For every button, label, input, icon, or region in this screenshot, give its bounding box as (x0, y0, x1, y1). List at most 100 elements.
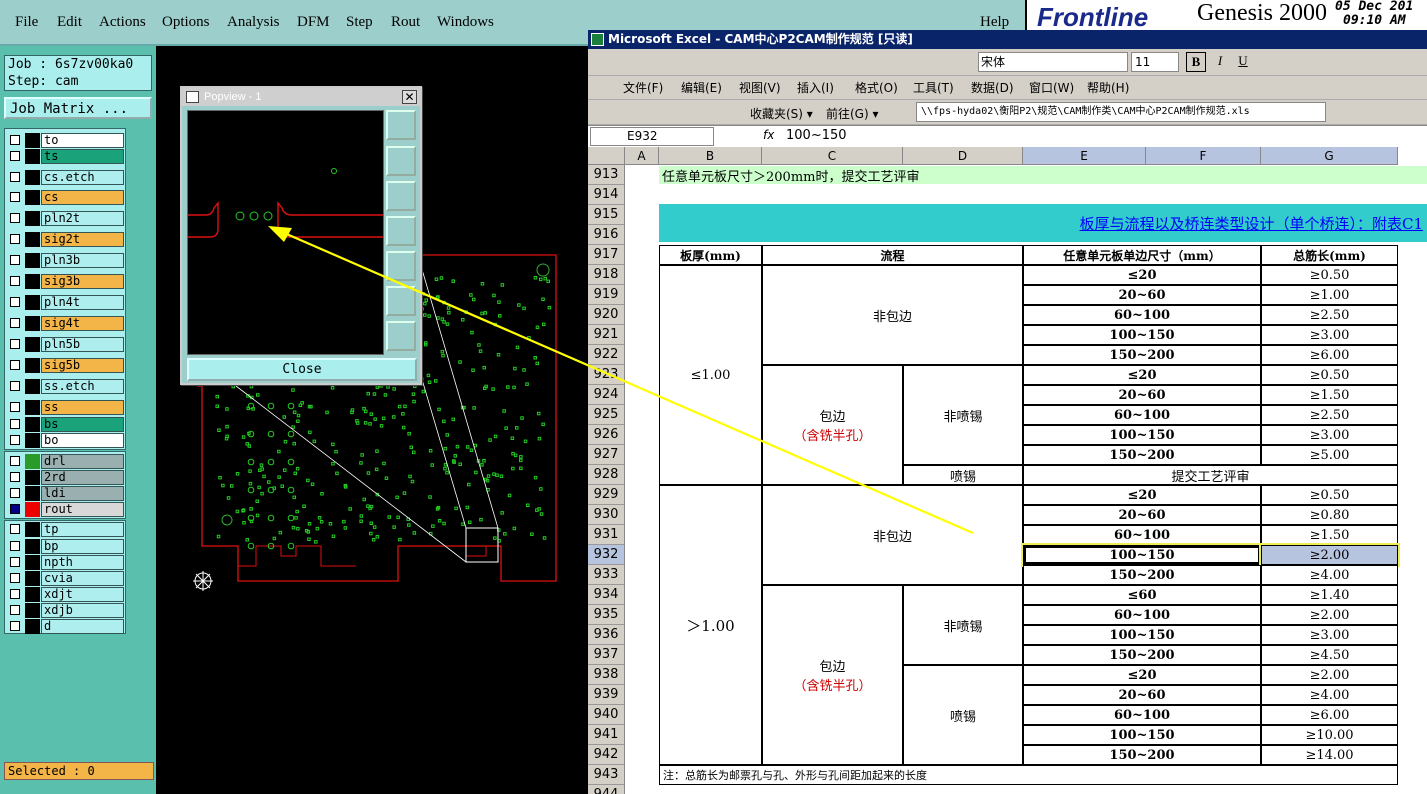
layer-name[interactable]: rout (41, 502, 124, 517)
size-cell[interactable]: 20~60 (1023, 285, 1261, 305)
layer-checkbox[interactable] (10, 419, 20, 429)
zoom-out-button[interactable] (386, 321, 416, 351)
italic-button[interactable]: I (1210, 52, 1230, 72)
length-cell[interactable]: ≥10.00 (1261, 725, 1398, 745)
layer-checkbox[interactable] (10, 297, 20, 307)
table-header[interactable]: 板厚(mm) (659, 245, 762, 265)
popview-canvas[interactable] (187, 110, 384, 355)
zoom-in-button[interactable] (386, 286, 416, 316)
length-cell[interactable]: ≥1.50 (1261, 525, 1398, 545)
name-box[interactable]: E932 (590, 127, 714, 146)
layer-row-xdjt[interactable]: xdjt (5, 587, 124, 602)
length-cell[interactable]: ≥2.00 (1259, 543, 1400, 567)
pan-up-button[interactable] (386, 146, 416, 176)
menu-file[interactable]: File (15, 14, 38, 31)
excel-menu-item[interactable]: 编辑(E) (681, 79, 722, 96)
layer-checkbox[interactable] (10, 504, 20, 514)
process-cell[interactable]: 非包边 (762, 485, 1023, 585)
size-cell[interactable]: 100~150 (1023, 625, 1261, 645)
layer-checkbox[interactable] (10, 255, 20, 265)
table-header[interactable]: 总筋长(mm) (1261, 245, 1398, 265)
layer-name[interactable]: pln2t (41, 211, 124, 226)
size-cell[interactable]: 150~200 (1023, 745, 1261, 765)
length-cell[interactable]: ≥2.00 (1261, 665, 1398, 685)
length-cell[interactable]: ≥3.00 (1261, 625, 1398, 645)
length-cell[interactable]: ≥3.00 (1261, 325, 1398, 345)
table-title[interactable]: 板厚与流程以及桥连类型设计（单个桥连）：附表C1 (659, 204, 1427, 242)
layer-checkbox[interactable] (10, 381, 20, 391)
size-cell[interactable]: 150~200 (1023, 445, 1261, 465)
layer-affected-swatch[interactable] (25, 571, 40, 586)
size-cell[interactable]: 100~150 (1023, 425, 1261, 445)
layer-affected-swatch[interactable] (25, 190, 40, 205)
layer-row-xdjb[interactable]: xdjb (5, 603, 124, 618)
size-cell[interactable]: 60~100 (1023, 525, 1261, 545)
layer-row-ss[interactable]: ss (5, 400, 124, 415)
layer-name[interactable]: xdjb (41, 603, 124, 618)
layer-checkbox[interactable] (10, 192, 20, 202)
layer-checkbox[interactable] (10, 318, 20, 328)
length-cell[interactable]: ≥0.50 (1261, 485, 1398, 505)
layer-affected-swatch[interactable] (25, 358, 40, 373)
length-cell[interactable]: ≥3.00 (1261, 425, 1398, 445)
size-cell[interactable]: 20~60 (1023, 685, 1261, 705)
layer-checkbox[interactable] (10, 339, 20, 349)
process-cell[interactable]: 非喷锡 (903, 365, 1023, 465)
menu-analysis[interactable]: Analysis (227, 14, 280, 31)
menu-windows[interactable]: Windows (437, 14, 494, 31)
size-cell[interactable]: 150~200 (1023, 345, 1261, 365)
layer-name[interactable]: sig3b (41, 274, 124, 289)
layer-checkbox[interactable] (10, 402, 20, 412)
excel-menu-item[interactable]: 工具(T) (913, 79, 954, 96)
layer-row-npth[interactable]: npth (5, 555, 124, 570)
pan-down-button[interactable] (386, 181, 416, 211)
underline-button[interactable]: U (1233, 52, 1253, 72)
layer-row-rout[interactable]: rout (5, 502, 124, 517)
layer-row-ldi[interactable]: ldi (5, 486, 124, 501)
length-cell[interactable]: ≥14.00 (1261, 745, 1398, 765)
layer-checkbox[interactable] (10, 435, 20, 445)
review-cell[interactable]: 提交工艺评审 (1023, 465, 1398, 485)
menu-options[interactable]: Options (162, 14, 210, 31)
layer-row-cs.etch[interactable]: cs.etch (5, 170, 124, 185)
layer-name[interactable]: tp (41, 522, 124, 537)
layer-row-pln2t[interactable]: pln2t (5, 211, 124, 226)
layer-row-pln5b[interactable]: pln5b (5, 337, 124, 352)
size-cell[interactable]: 60~100 (1023, 405, 1261, 425)
layer-row-bs[interactable]: bs (5, 417, 124, 432)
process-cell[interactable]: 非包边 (762, 265, 1023, 365)
layer-checkbox[interactable] (10, 488, 20, 498)
layer-name[interactable]: cs.etch (41, 170, 124, 185)
layer-affected-swatch[interactable] (25, 502, 40, 517)
layer-row-sig5b[interactable]: sig5b (5, 358, 124, 373)
size-cell[interactable]: 20~60 (1023, 385, 1261, 405)
excel-menu-item[interactable]: 数据(D) (971, 79, 1014, 96)
layer-row-bp[interactable]: bp (5, 539, 124, 554)
layer-affected-swatch[interactable] (25, 337, 40, 352)
menu-help[interactable]: Help (980, 14, 1009, 31)
length-cell[interactable]: ≥1.00 (1261, 285, 1398, 305)
favorites-menu[interactable]: 收藏夹(S) ▾ (750, 105, 813, 122)
layer-checkbox[interactable] (10, 135, 20, 145)
footnote[interactable]: 注：总筋长为邮票孔与孔、外形与孔间距加起来的长度 (659, 765, 1398, 785)
size-cell[interactable]: 100~150 (1023, 725, 1261, 745)
excel-menu-item[interactable]: 帮助(H) (1087, 79, 1129, 96)
layer-row-cvia[interactable]: cvia (5, 571, 124, 586)
layer-checkbox[interactable] (10, 472, 20, 482)
layer-name[interactable]: bs (41, 417, 124, 432)
layer-name[interactable]: npth (41, 555, 124, 570)
layer-name[interactable]: to (41, 133, 124, 148)
process-cell[interactable]: 喷锡 (903, 665, 1023, 765)
pan-left-button[interactable] (386, 216, 416, 246)
layer-checkbox[interactable] (10, 456, 20, 466)
layer-affected-swatch[interactable] (25, 149, 40, 164)
process-cell[interactable]: 包边 （含铣半孔） (762, 365, 903, 485)
layer-affected-swatch[interactable] (25, 555, 40, 570)
process-cell[interactable]: 非喷锡 (903, 585, 1023, 665)
size-cell[interactable]: 20~60 (1023, 505, 1261, 525)
layer-row-bo[interactable]: bo (5, 433, 124, 448)
layer-name[interactable]: sig4t (41, 316, 124, 331)
font-name-select[interactable]: 宋体 (978, 52, 1128, 72)
size-cell[interactable]: 60~100 (1023, 705, 1261, 725)
thickness-cell[interactable]: ＞1.00 (659, 485, 762, 765)
